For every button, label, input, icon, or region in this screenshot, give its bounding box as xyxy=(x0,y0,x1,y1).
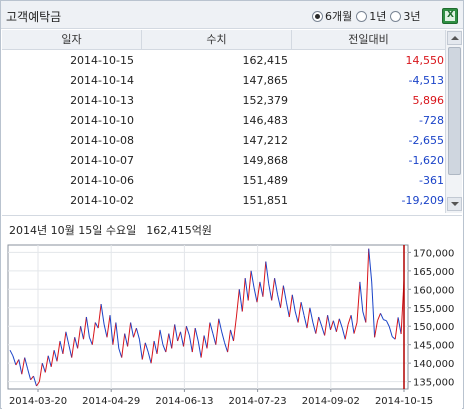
table-row[interactable]: 2014-10-10 146,483 -728 xyxy=(2,111,445,131)
table-row[interactable]: 2014-10-08 147,212 -2,655 xyxy=(2,131,445,151)
cell-change: -728 xyxy=(419,114,444,127)
cell-value: 162,415 xyxy=(242,54,289,67)
cell-value: 147,865 xyxy=(242,74,289,87)
cell-value: 147,212 xyxy=(242,134,289,147)
radio-6m[interactable] xyxy=(312,10,323,22)
x-tick-label: 2014-04-29 xyxy=(82,396,140,407)
column-header-date[interactable]: 일자 xyxy=(2,30,142,50)
cell-value: 151,489 xyxy=(242,174,289,187)
column-header-value[interactable]: 수치 xyxy=(142,30,292,50)
table-scrollbar[interactable] xyxy=(445,30,462,213)
period-selector: 6개월 1년 3년 xyxy=(312,8,423,24)
y-tick-label: 135,000 xyxy=(413,378,454,389)
period-label-6m: 6개월 xyxy=(325,10,353,23)
arrow-down-icon xyxy=(450,202,459,206)
scroll-down-button[interactable] xyxy=(447,197,462,211)
table-body: 2014-10-15 162,415 14,550 2014-10-14 147,865… xyxy=(2,51,445,211)
table-row[interactable]: 2014-10-02 151,851 -19,209 xyxy=(2,191,445,211)
cell-date: 2014-10-15 xyxy=(70,54,134,67)
cell-date: 2014-10-07 xyxy=(70,154,134,167)
table-row[interactable]: 2014-10-06 151,489 -361 xyxy=(2,171,445,191)
cell-value: 146,483 xyxy=(242,114,289,127)
cell-date: 2014-10-14 xyxy=(70,74,134,87)
cell-change: -19,209 xyxy=(401,194,444,207)
y-tick-label: 160,000 xyxy=(413,285,454,296)
info-date: 2014년 10월 15일 수요일 xyxy=(9,224,137,237)
scroll-thumb[interactable] xyxy=(448,47,461,175)
radio-1y[interactable] xyxy=(356,10,368,22)
info-value: 162,415억원 xyxy=(146,224,212,237)
x-tick-label: 2014-07-23 xyxy=(229,396,287,407)
x-tick-label: 2014-09-02 xyxy=(302,396,360,407)
column-header-change[interactable]: 전일대비 xyxy=(292,30,445,50)
table-header: 일자 수치 전일대비 xyxy=(2,30,445,50)
y-tick-label: 155,000 xyxy=(413,304,454,315)
period-label-1y: 1년 xyxy=(369,10,387,23)
cell-value: 149,868 xyxy=(242,154,289,167)
deposit-widget: 고객예탁금 6개월 1년 3년 일자 수치 전일대비 2014-10-15 162… xyxy=(0,0,464,409)
scroll-up-button[interactable] xyxy=(447,31,462,45)
line-chart[interactable]: 135,000 140,000 145,000 150,000 155,000 160,0… xyxy=(2,239,462,409)
cell-date: 2014-10-08 xyxy=(70,134,134,147)
y-tick-label: 150,000 xyxy=(413,322,454,333)
cell-value: 151,851 xyxy=(242,194,289,207)
table-row[interactable]: 2014-10-14 147,865 -4,513 xyxy=(2,71,445,91)
table-row[interactable]: 2014-10-07 149,868 -1,620 xyxy=(2,151,445,171)
y-tick-label: 170,000 xyxy=(413,248,454,259)
cell-date: 2014-10-10 xyxy=(70,114,134,127)
y-tick-label: 165,000 xyxy=(413,267,454,278)
y-tick-label: 145,000 xyxy=(413,341,454,352)
period-option-1y[interactable]: 1년 xyxy=(356,8,386,24)
cell-value: 152,379 xyxy=(242,94,289,107)
x-tick-label: 2014-10-15 xyxy=(375,396,433,407)
x-tick-label: 2014-06-13 xyxy=(155,396,213,407)
selected-point-info: 2014년 10월 15일 수요일 162,415억원 xyxy=(2,215,462,239)
cell-date: 2014-10-13 xyxy=(70,94,134,107)
excel-icon[interactable] xyxy=(442,8,458,24)
table-row[interactable]: 2014-10-13 152,379 5,896 xyxy=(2,91,445,111)
cell-change: -4,513 xyxy=(408,74,444,87)
radio-3y[interactable] xyxy=(390,10,402,22)
data-table: 일자 수치 전일대비 2014-10-15 162,415 14,550 2014-1… xyxy=(2,30,462,213)
cell-change: -361 xyxy=(419,174,444,187)
header-bar: 고객예탁금 6개월 1년 3년 xyxy=(1,1,463,29)
cell-change: -2,655 xyxy=(408,134,444,147)
cell-date: 2014-10-06 xyxy=(70,174,134,187)
cell-date: 2014-10-02 xyxy=(70,194,134,207)
period-label-3y: 3년 xyxy=(403,10,421,23)
arrow-up-icon xyxy=(450,36,459,40)
info-line: 2014년 10월 15일 수요일 162,415억원 xyxy=(9,222,212,238)
period-option-3y[interactable]: 3년 xyxy=(390,8,421,24)
cell-change: -1,620 xyxy=(408,154,444,167)
y-tick-label: 140,000 xyxy=(413,359,454,370)
x-tick-label: 2014-03-20 xyxy=(9,396,67,407)
cell-change: 14,550 xyxy=(405,54,445,67)
period-option-6m[interactable]: 6개월 xyxy=(312,8,352,24)
cell-change: 5,896 xyxy=(412,94,445,107)
widget-title: 고객예탁금 xyxy=(6,10,62,24)
chart-area[interactable]: 135,000 140,000 145,000 150,000 155,000 160,0… xyxy=(2,239,462,409)
table-row[interactable]: 2014-10-15 162,415 14,550 xyxy=(2,51,445,71)
plot-frame xyxy=(7,244,409,390)
